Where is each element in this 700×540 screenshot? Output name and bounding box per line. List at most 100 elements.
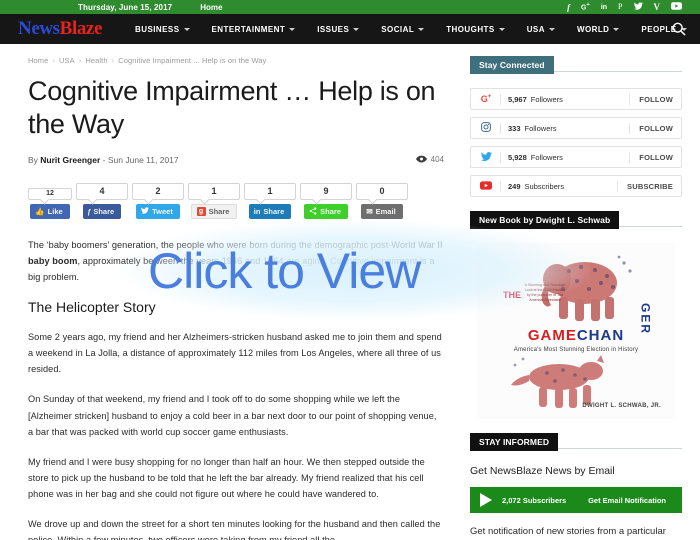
generic-share-button[interactable]: 9 Share bbox=[300, 182, 352, 219]
nav-item-world[interactable]: WORLD bbox=[566, 25, 630, 34]
topbar-home-link[interactable]: Home bbox=[200, 3, 222, 12]
divider bbox=[500, 122, 501, 134]
follow-action[interactable]: FOLLOW bbox=[629, 93, 673, 105]
like-button[interactable]: 👍 Like bbox=[30, 203, 70, 219]
email-subscribe-bar[interactable]: 2,072 Subscribers Get Email Notification bbox=[470, 487, 682, 513]
pinterest-icon[interactable]: P bbox=[618, 3, 622, 11]
byline-prefix: By bbox=[28, 154, 38, 165]
share-nodes-icon bbox=[309, 207, 317, 217]
breadcrumb: Home › USA › Health › Cognitive Impairment ...… bbox=[28, 56, 444, 65]
chevron-down-icon bbox=[353, 27, 360, 31]
googleplus-share-count: 1 bbox=[188, 182, 240, 200]
sidebar: Stay Connected G+ 5,967 Followers FOLLOW… bbox=[466, 44, 700, 540]
generic-share-count: 9 bbox=[300, 182, 352, 200]
follow-row-twitter[interactable]: 5,928 Followers FOLLOW bbox=[470, 146, 682, 168]
googleplus-share[interactable]: g Share bbox=[190, 203, 238, 219]
nav-label: USA bbox=[526, 24, 545, 34]
nav-item-issues[interactable]: ISSUES bbox=[306, 25, 370, 34]
googleplus-share-button[interactable]: 1 g Share bbox=[188, 182, 240, 219]
topbar-social-links: f G+ in P V bbox=[567, 0, 682, 14]
author-name[interactable]: Nurit Greenger bbox=[40, 155, 100, 165]
breadcrumb-usa[interactable]: USA bbox=[59, 56, 75, 65]
facebook-like-button[interactable]: 12 👍 Like bbox=[28, 187, 72, 219]
facebook-icon[interactable]: f bbox=[567, 3, 570, 12]
facebook-share-button[interactable]: 4 f Share bbox=[76, 182, 128, 219]
googleplus-share-label: Share bbox=[208, 206, 230, 216]
linkedin-icon[interactable]: in bbox=[601, 4, 607, 11]
follow-action[interactable]: FOLLOW bbox=[629, 151, 673, 163]
chevron-down-icon bbox=[548, 27, 555, 31]
subscribe-action[interactable]: SUBSCRIBE bbox=[617, 180, 673, 192]
facebook-share[interactable]: f Share bbox=[82, 203, 122, 219]
paragraph-1-bold: baby boom bbox=[28, 255, 78, 266]
email-share-button[interactable]: 0 ✉ Email bbox=[356, 182, 408, 219]
book-right-stack: GER bbox=[639, 303, 653, 335]
email-share[interactable]: ✉ Email bbox=[361, 203, 403, 219]
top-bar: Thursday, June 15, 2017 Home f G+ in P V bbox=[0, 0, 700, 14]
publish-date: Sun June 11, 2017 bbox=[107, 154, 179, 165]
nav-item-usa[interactable]: USA bbox=[516, 25, 566, 34]
article-paragraph-3: On Sunday of that weekend, my friend and… bbox=[28, 394, 437, 437]
chevron-down-icon bbox=[498, 27, 505, 31]
paragraph-1-part-a: The ‘baby boomers’ generation, the peopl… bbox=[28, 239, 443, 250]
follow-row-googleplus[interactable]: G+ 5,967 Followers FOLLOW bbox=[470, 88, 682, 110]
google-plus-icon: G+ bbox=[480, 94, 492, 104]
chevron-down-icon bbox=[289, 27, 296, 31]
email-signup-lead: Get NewsBlaze News by Email bbox=[470, 465, 615, 477]
stay-informed-header: STAY INFORMED bbox=[470, 433, 682, 451]
generic-share-label: Share bbox=[320, 206, 341, 216]
main-navigation: NewsBlaze BUSINESS ENTERTAINMENT ISSUES … bbox=[0, 14, 700, 44]
instagram-icon bbox=[479, 122, 493, 134]
page-title: Cognitive Impairment … Help is on the Wa… bbox=[28, 76, 436, 139]
twitter-icon[interactable] bbox=[633, 2, 643, 12]
article-paragraph-5: We drove up and down the street for a sh… bbox=[28, 519, 441, 540]
nav-item-social[interactable]: SOCIAL bbox=[370, 25, 435, 34]
book-cover-ad[interactable]: THE A Stunning and Thorough Look at the … bbox=[477, 243, 675, 419]
new-book-header: New Book by Dwight L. Schwab bbox=[470, 211, 682, 229]
follower-count: 5,967 bbox=[508, 94, 527, 104]
google-plus-icon[interactable]: G+ bbox=[581, 2, 590, 11]
linkedin-share-button[interactable]: 1 in Share bbox=[244, 182, 296, 219]
article-paragraph-1: The ‘baby boomers’ generation, the peopl… bbox=[28, 237, 444, 285]
follower-label: Followers bbox=[524, 123, 557, 133]
twitter-share[interactable]: Tweet bbox=[136, 203, 180, 219]
twitter-share-button[interactable]: 2 Tweet bbox=[132, 182, 184, 219]
search-icon[interactable] bbox=[672, 22, 686, 36]
breadcrumb-home[interactable]: Home bbox=[28, 56, 48, 65]
book-blurb: A Stunning and Thorough Look at the 2016… bbox=[524, 283, 566, 302]
eye-icon bbox=[415, 155, 427, 165]
book-right-stack-text: GER bbox=[638, 303, 653, 336]
divider bbox=[500, 93, 501, 105]
facebook-icon: f bbox=[87, 206, 91, 216]
main-column: Home › USA › Health › Cognitive Impairment ...… bbox=[0, 44, 466, 540]
facebook-share-label: Share bbox=[93, 206, 115, 216]
nav-item-business[interactable]: BUSINESS bbox=[124, 25, 201, 34]
linkedin-share[interactable]: in Share bbox=[248, 203, 292, 219]
vimeo-icon[interactable]: V bbox=[654, 2, 661, 12]
generic-share[interactable]: Share bbox=[304, 203, 348, 219]
view-counter: 404 bbox=[415, 155, 444, 165]
nav-item-entertainment[interactable]: ENTERTAINMENT bbox=[201, 25, 307, 34]
follow-row-instagram[interactable]: 333 Followers FOLLOW bbox=[470, 117, 682, 139]
breadcrumb-health[interactable]: Health bbox=[85, 56, 107, 65]
subscriber-label: Subscribers bbox=[524, 181, 565, 191]
byline-row: By Nurit Greenger - Sun June 11, 2017 40… bbox=[28, 155, 444, 165]
book-title-game: GAME bbox=[527, 327, 577, 344]
nav-label: BUSINESS bbox=[135, 24, 180, 34]
nav-item-people[interactable]: PEOPLE bbox=[630, 25, 697, 34]
book-subtitle: America's Most Stunning Election in Hist… bbox=[513, 347, 639, 353]
section-divider bbox=[558, 448, 682, 449]
nav-label: ISSUES bbox=[317, 24, 350, 34]
youtube-icon bbox=[479, 180, 493, 192]
subscriber-count: 2,072 Subscribers bbox=[502, 495, 567, 505]
youtube-icon[interactable] bbox=[671, 2, 682, 12]
book-author: DWIGHT L. SCHWAB, JR. bbox=[582, 403, 661, 409]
site-logo[interactable]: NewsBlaze bbox=[12, 18, 102, 40]
follower-label: Followers bbox=[530, 94, 563, 104]
follow-action[interactable]: FOLLOW bbox=[629, 122, 673, 134]
follow-row-youtube[interactable]: 249 Subscribers SUBSCRIBE bbox=[470, 175, 682, 197]
email-notification-button[interactable]: Get Email Notification bbox=[588, 496, 666, 505]
article-subheading: The Helicopter Story bbox=[28, 299, 156, 316]
nav-item-thoughts[interactable]: THOUGHTS bbox=[435, 25, 516, 34]
section-divider bbox=[553, 71, 682, 72]
